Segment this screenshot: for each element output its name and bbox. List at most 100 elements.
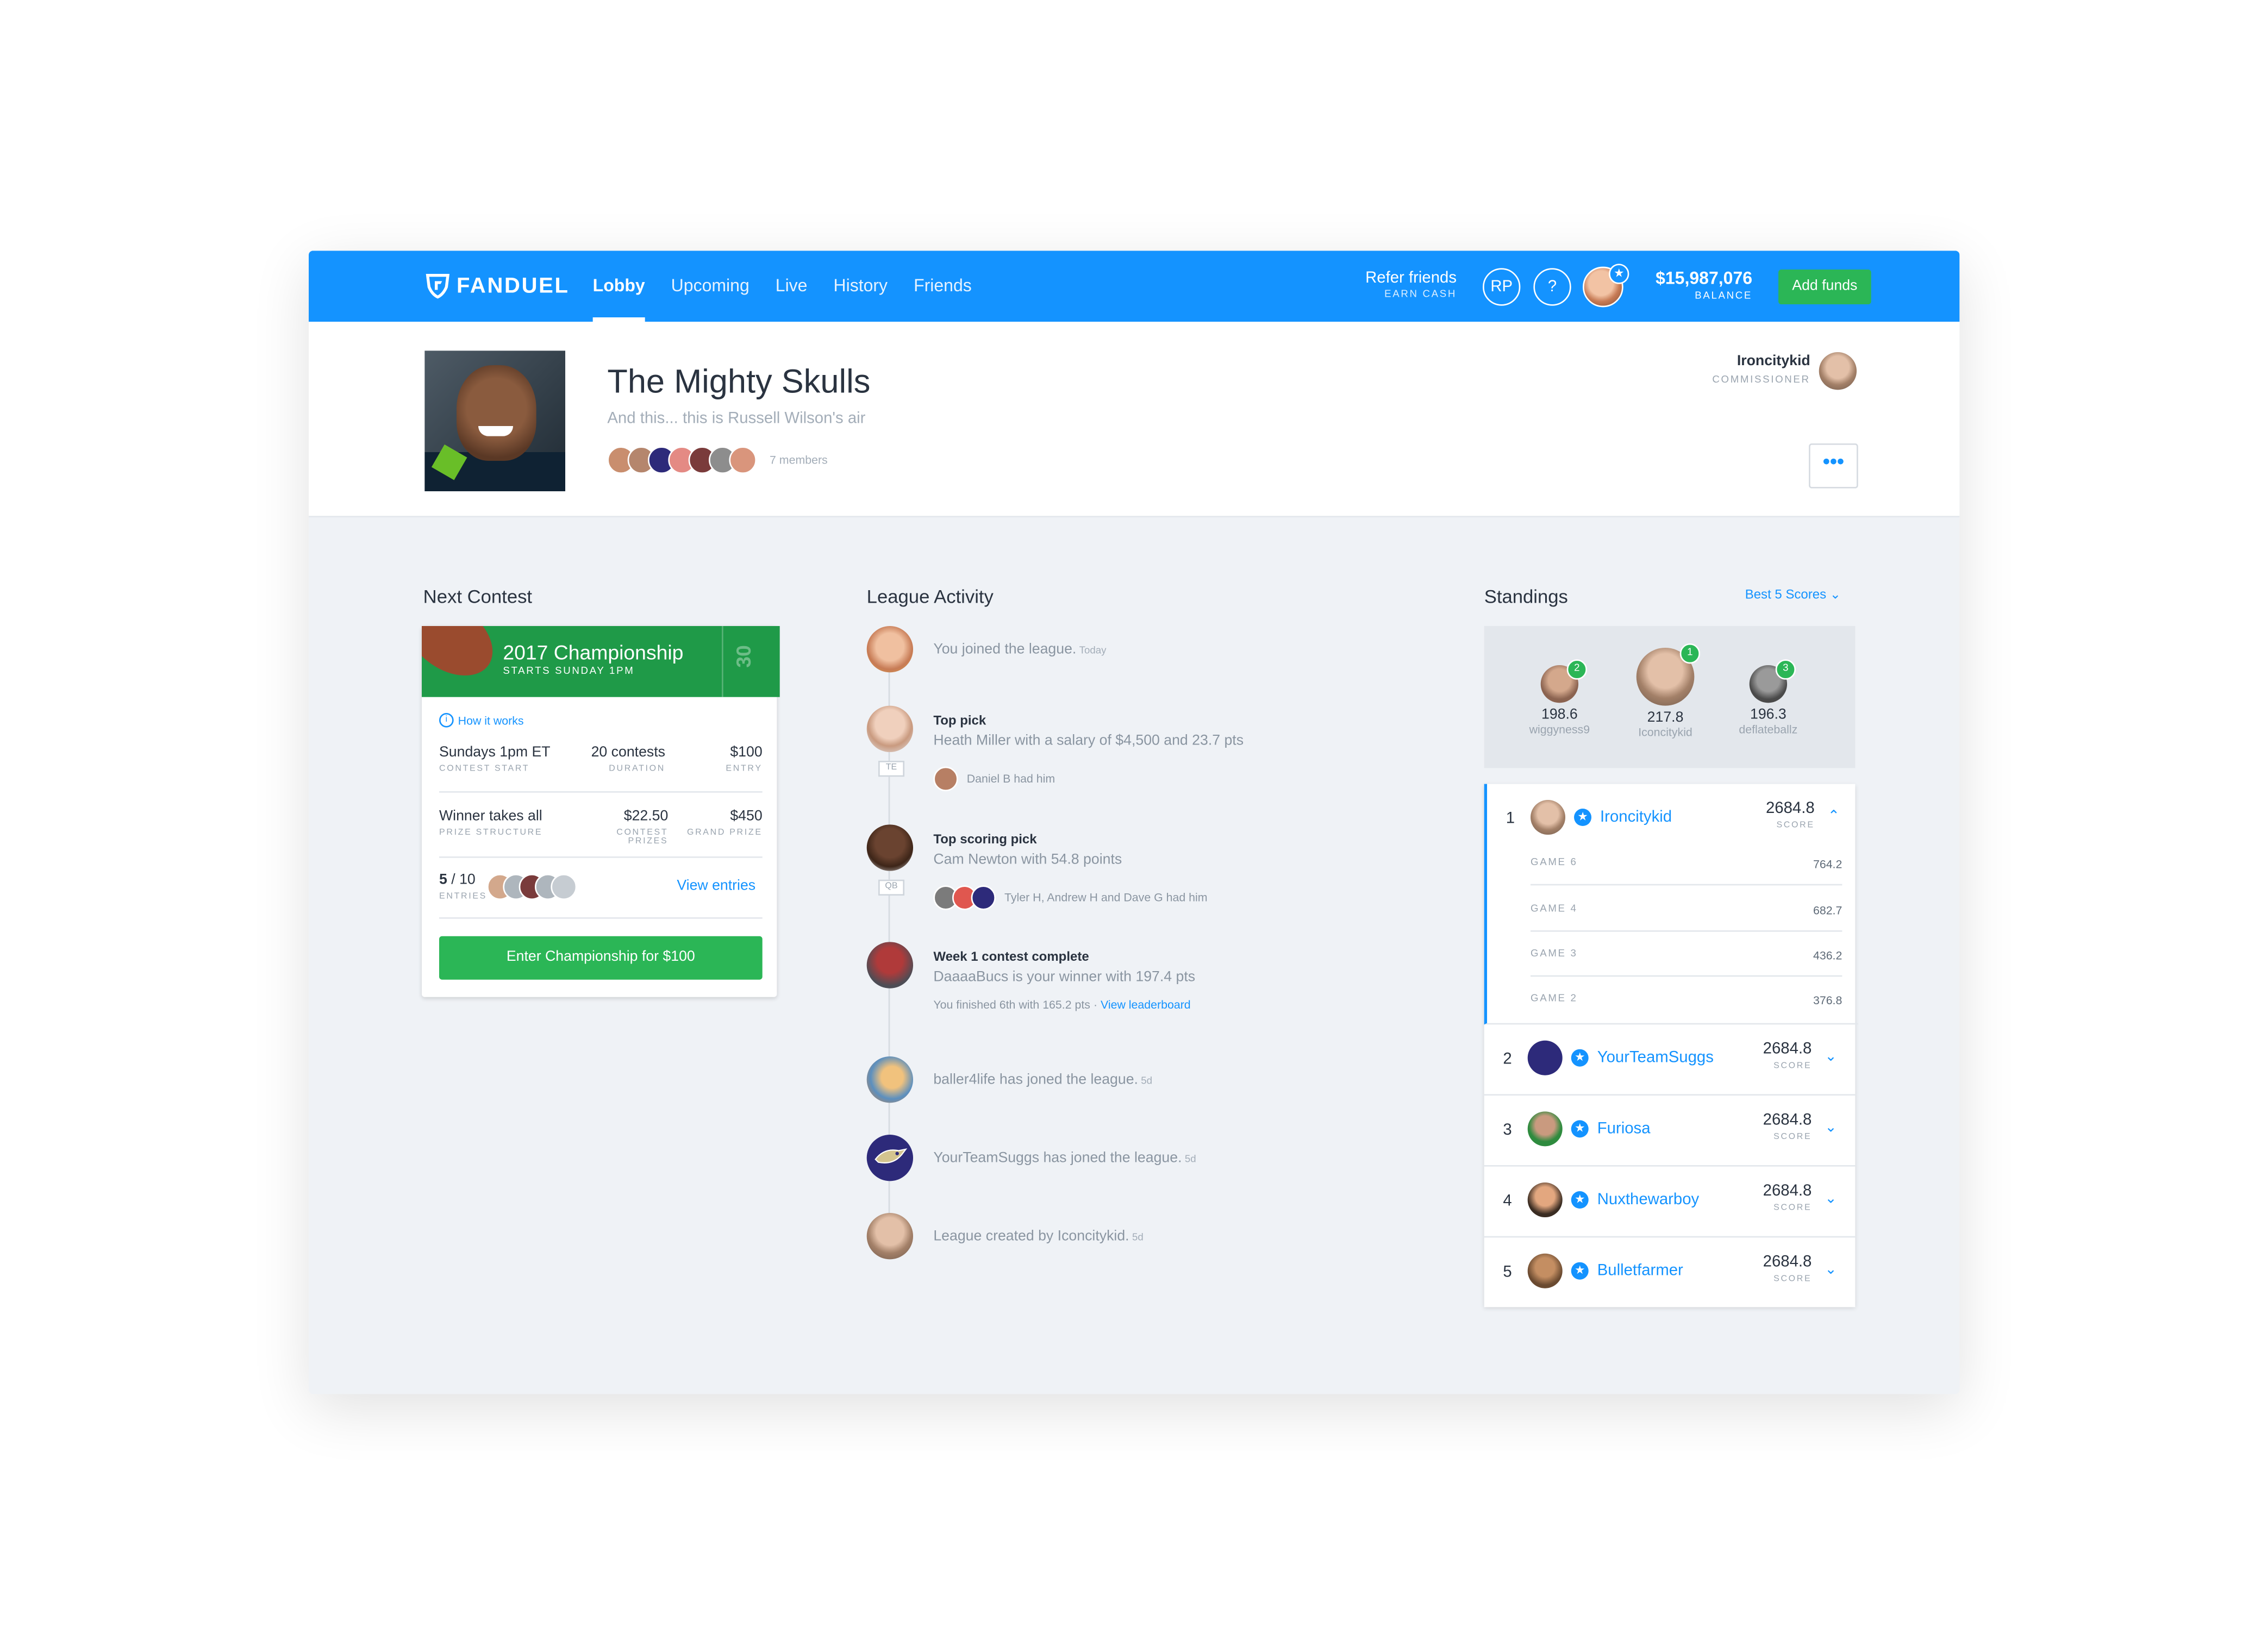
team-avatar [1527,1040,1563,1075]
score-label: SCORE [1773,1133,1812,1142]
team-name[interactable]: YourTeamSuggs [1597,1049,1714,1067]
activity-message: League created by Iconcitykid. [933,1229,1129,1245]
contest-prizes-label: CONTEST PRIZES [616,829,669,847]
activity-avatar[interactable] [866,626,914,673]
chevron-down-icon[interactable]: ⌄ [1825,1262,1837,1278]
chevron-down-icon[interactable]: ⌄ [1825,1120,1837,1136]
activity-avatar[interactable] [866,1056,914,1103]
position-badge: QB [878,879,905,896]
standings-row[interactable]: 3 ★ Furiosa 2684.8 SCORE ⌄ [1484,1096,1856,1167]
separator: · [1093,998,1098,1012]
finished-text: You finished 6th with 165.2 pts [933,998,1090,1012]
rank-badge: 2 [1566,659,1588,680]
nav-link-lobby[interactable]: Lobby [592,251,645,322]
standings-row[interactable]: 4 ★ Nuxthewarboy 2684.8 SCORE ⌄ [1484,1167,1856,1238]
podium-first[interactable]: 1 217.8 Iconcitykid [1622,643,1709,740]
game-label: GAME 4 [1531,904,1578,915]
activity-message: Heath Miller with a salary of $4,500 and… [933,733,1244,749]
star-icon: ★ [1571,1262,1589,1280]
commissioner-avatar[interactable] [1819,352,1857,390]
fanduel-logo[interactable]: FANDUEL [424,272,569,299]
next-contest-heading: Next Contest [423,585,533,608]
activity-time: 5d [1141,1077,1153,1087]
podium-name: Iconcitykid [1638,726,1692,740]
ravens-icon [875,1148,908,1163]
podium-third[interactable]: 3 196.3 deflateballz [1725,659,1812,736]
activity-message: YourTeamSuggs has joned the league. [933,1150,1182,1167]
podium-second[interactable]: 2 198.6 wiggyness9 [1516,659,1603,736]
rewards-points-button[interactable]: RP [1483,268,1521,306]
team-name[interactable]: Bulletfarmer [1597,1262,1683,1280]
best-scores-dropdown[interactable]: Best 5 Scores ⌄ [1745,587,1841,603]
help-icon: ? [1547,278,1557,296]
star-icon: ★ [1574,809,1592,827]
stage: FANDUEL Lobby Upcoming Live History Frie… [0,0,2261,1652]
position-badge: TE [878,761,905,777]
chevron-down-icon[interactable]: ⌄ [1825,1049,1837,1065]
nav-link-upcoming[interactable]: Upcoming [671,251,749,322]
game-row: GAME 6 764.2 [1531,841,1842,886]
nav-link-friends[interactable]: Friends [914,251,972,322]
prize-structure: Winner takes all PRIZE STRUCTURE [439,809,542,837]
entry-avatar [551,874,577,900]
league-title: The Mighty Skulls [607,362,871,401]
contest-start: Sundays 1pm ET CONTEST START [439,745,551,774]
add-funds-button[interactable]: Add funds [1778,270,1871,305]
star-icon: ★ [1571,1120,1589,1138]
member-avatar [729,446,757,474]
league-photo-smile [478,426,514,436]
entry-fee-value: $100 [730,744,763,761]
prize-structure-value: Winner takes all [439,809,542,825]
had-him-row: Daniel B had him [933,766,1055,792]
contest-prizes: $22.50 CONTEST PRIZES [578,809,668,846]
yard-line [722,626,723,697]
member-avatars[interactable]: 7 members [607,446,828,474]
activity-avatar[interactable] [866,824,914,871]
commissioner-label: COMMISSIONER [1712,375,1810,386]
help-button[interactable]: ? [1533,268,1571,306]
refer-friends-link[interactable]: Refer friends EARN CASH [1344,270,1457,300]
score-label: SCORE [1773,1062,1812,1071]
game-label: GAME 3 [1531,949,1578,960]
rank-badge: 1 [1679,643,1701,664]
activity-avatar[interactable] [866,705,914,753]
activity-avatar[interactable] [866,1213,914,1260]
contest-start-value: Sundays 1pm ET [439,744,551,761]
team-name[interactable]: Nuxthewarboy [1597,1191,1700,1209]
prize-structure-label: PRIZE STRUCTURE [439,829,543,838]
activity-text: Top pick Heath Miller with a salary of $… [933,713,1244,749]
activity-time: 5d [1184,1155,1196,1166]
shield-logo-icon [426,274,450,299]
ravens-logo-avatar[interactable] [866,1135,914,1181]
how-it-works-link[interactable]: i How it works [439,713,524,728]
standings-row[interactable]: 5 ★ Bulletfarmer 2684.8 SCORE ⌄ [1484,1237,1856,1307]
activity-message: DaaaaBucs is your winner with 197.4 pts [933,969,1196,986]
team-name[interactable]: Ironcitykid [1600,809,1672,826]
team-avatar [1527,1182,1563,1218]
standings-row[interactable]: 1 ★ Ironcitykid 2684.8 SCORE ⌃ GAME 6 76… [1484,784,1858,1025]
activity-text: You joined the league. Today [933,642,1106,658]
entry-fee-label: ENTRY [726,765,763,774]
chevron-down-icon[interactable]: ⌄ [1825,1191,1837,1207]
team-name[interactable]: Furiosa [1597,1120,1651,1137]
activity-text: Top scoring pick Cam Newton with 54.8 po… [933,832,1122,868]
view-leaderboard-link[interactable]: View leaderboard [1101,998,1191,1011]
enter-championship-button[interactable]: Enter Championship for $100 [439,936,763,980]
activity-avatar[interactable] [866,942,914,988]
team-score: 2684.8 [1763,1040,1812,1058]
rank-number: 4 [1503,1192,1512,1210]
more-options-button[interactable]: ••• [1809,443,1858,489]
nav-links: Lobby Upcoming Live History Friends [592,251,998,322]
chevron-up-icon[interactable]: ⌃ [1828,809,1840,824]
balance-label: BALANCE [1695,291,1753,302]
activity-time: Today [1079,646,1107,657]
team-score: 2684.8 [1765,800,1815,818]
nav-link-live[interactable]: Live [776,251,808,322]
view-entries-link[interactable]: View entries [677,878,755,894]
rp-label: RP [1490,278,1513,296]
game-row: GAME 3 436.2 [1531,932,1842,977]
standings-row[interactable]: 2 ★ YourTeamSuggs 2684.8 SCORE ⌄ [1484,1024,1856,1096]
game-score: 764.2 [1813,858,1842,871]
rank-badge: 3 [1775,659,1796,680]
nav-link-history[interactable]: History [833,251,888,322]
